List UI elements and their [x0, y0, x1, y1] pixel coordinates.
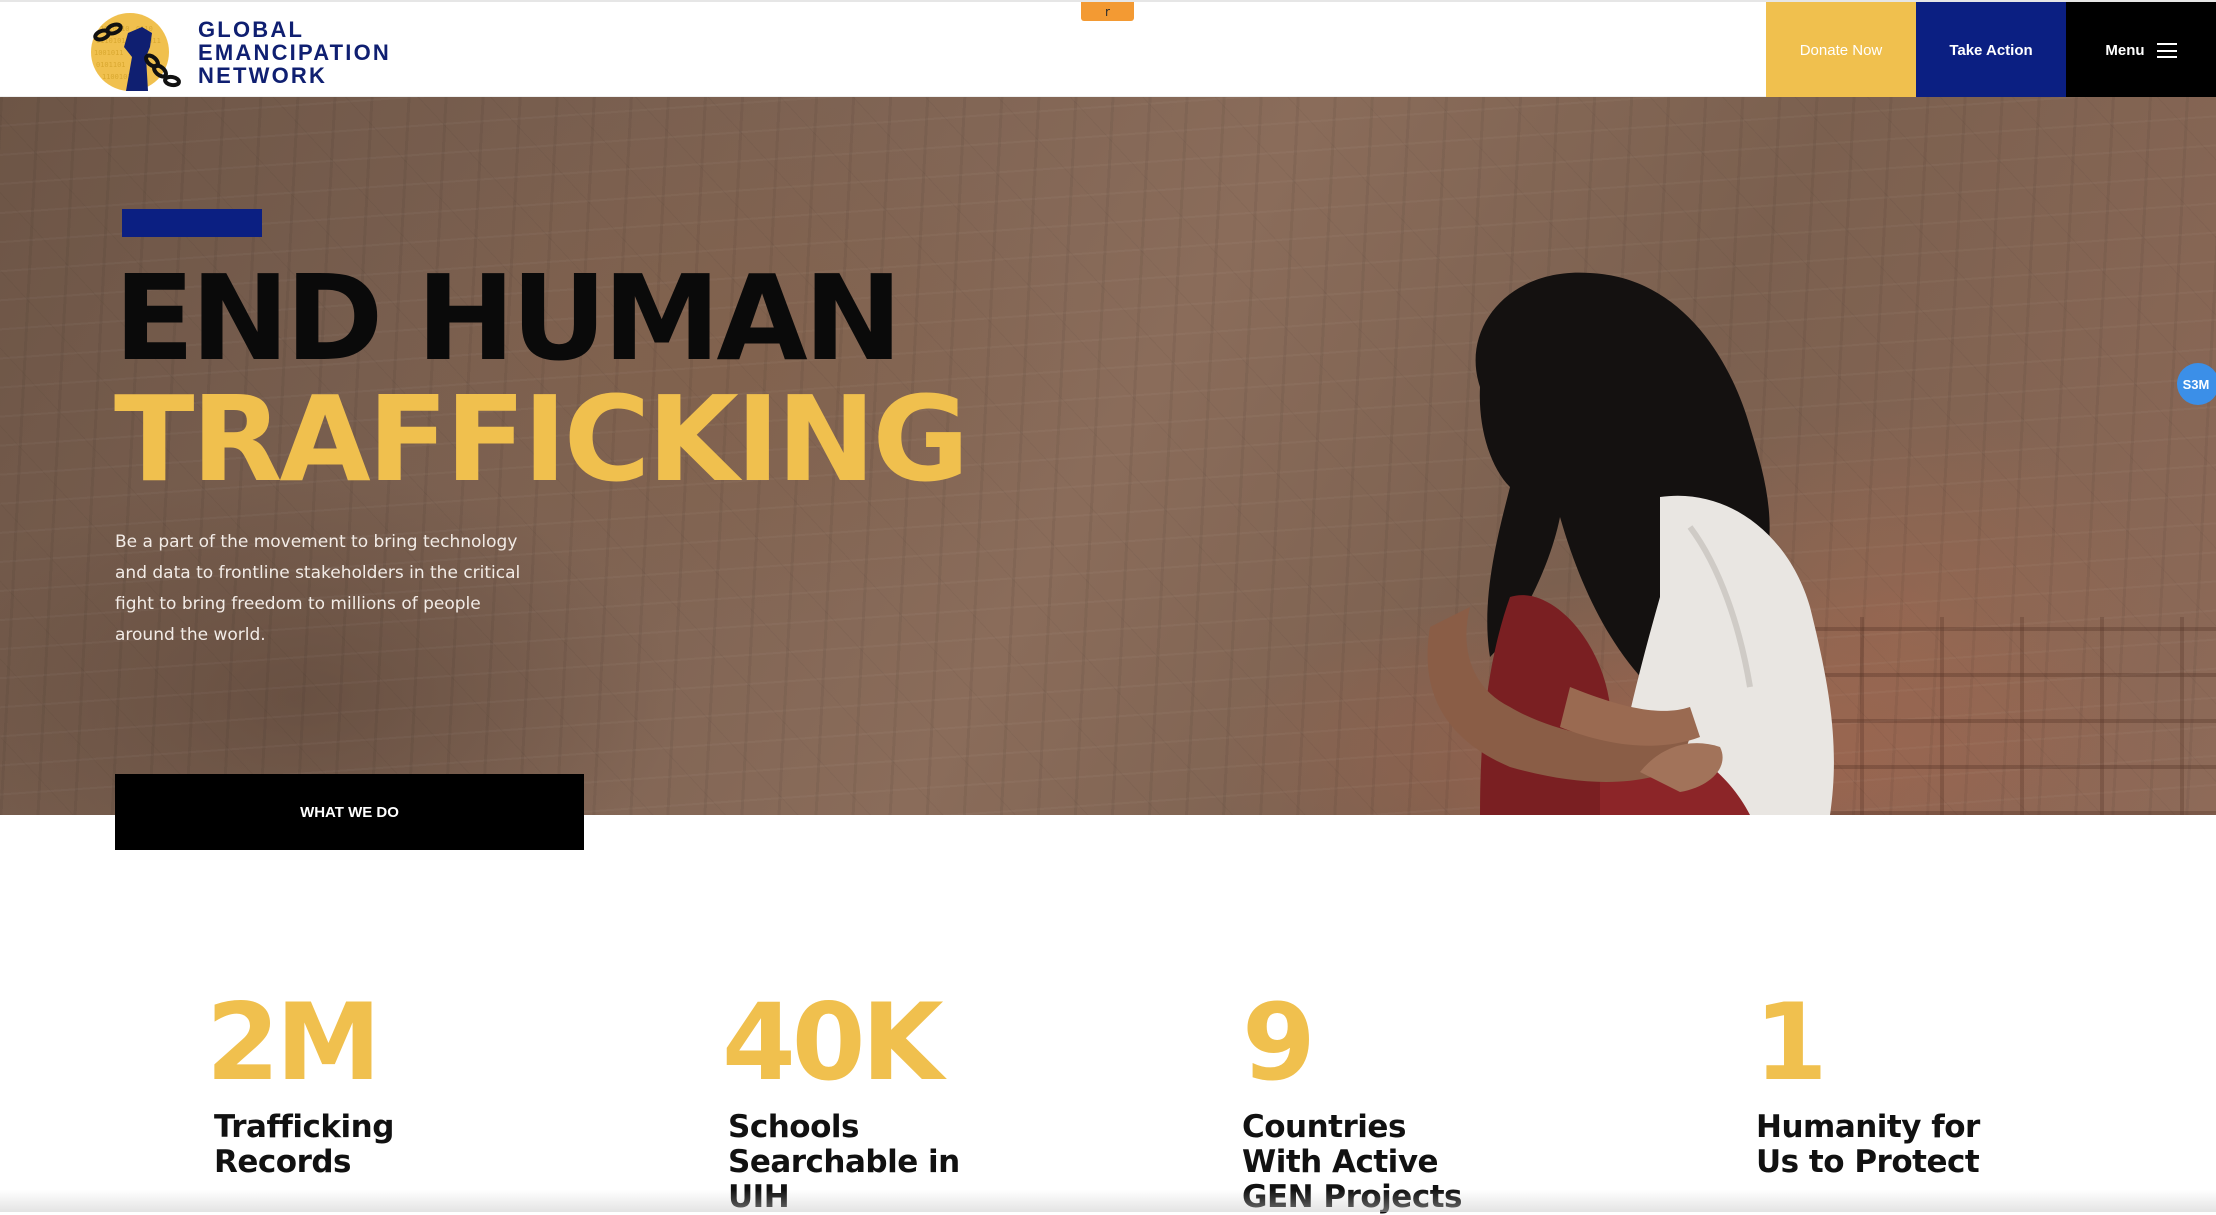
logo-line-1: GLOBAL	[198, 16, 305, 42]
svg-text:1001011: 1001011	[94, 49, 124, 57]
what-we-do-label: WHAT WE DO	[300, 803, 399, 821]
stat-value: 9	[1242, 981, 1316, 1104]
hero-description: Be a part of the movement to bring techn…	[115, 532, 521, 645]
menu-label: Menu	[2105, 42, 2145, 59]
bottom-scroll-fade	[0, 1190, 2216, 1212]
stat-humanity-protect: 1 Humanity for Us to Protect	[1754, 981, 1980, 1180]
top-pull-tab[interactable]: r	[1081, 2, 1134, 21]
what-we-do-button[interactable]: WHAT WE DO	[115, 774, 584, 850]
donate-now-button[interactable]: Donate Now	[1766, 2, 1916, 99]
hero-section: END HUMAN TRAFFICKING Be a part of the m…	[0, 97, 2216, 815]
svg-text:1100101: 1100101	[102, 73, 132, 81]
stat-label: Countries With Active GEN Projects	[1242, 1109, 1462, 1215]
hamburger-icon	[2156, 43, 2177, 58]
hero-person-image	[1427, 272, 1834, 815]
logo-line-3: NETWORK	[198, 62, 328, 88]
stat-label: Trafficking Records	[214, 1109, 394, 1180]
stat-schools-searchable: 40K Schools Searchable in UIH	[722, 981, 960, 1215]
side-floating-badge[interactable]: S3M	[2177, 363, 2216, 405]
stat-label: Humanity for Us to Protect	[1756, 1109, 1980, 1180]
svg-text:0101101: 0101101	[96, 61, 126, 69]
logo-wordmark: GLOBAL EMANCIPATION NETWORK	[198, 18, 391, 87]
donate-now-label: Donate Now	[1799, 42, 1883, 59]
stat-label: Schools Searchable in UIH	[728, 1109, 960, 1215]
take-action-button[interactable]: Take Action	[1916, 2, 2066, 99]
logo-emblem-icon: 1010110 0110101 1001011 0101101 1100101 …	[88, 11, 186, 93]
stat-value: 1	[1754, 981, 1828, 1104]
menu-button[interactable]: Menu	[2066, 2, 2216, 99]
stat-trafficking-records: 2M Trafficking Records	[206, 981, 394, 1180]
stat-value: 40K	[722, 981, 944, 1104]
hero-accent-bar	[122, 209, 262, 237]
logo-line-2: EMANCIPATION	[198, 39, 392, 65]
hero-title-line-1: END HUMAN	[114, 249, 902, 387]
site-logo[interactable]: 1010110 0110101 1001011 0101101 1100101 …	[88, 12, 391, 92]
take-action-label: Take Action	[1949, 42, 2033, 59]
stat-value: 2M	[206, 981, 381, 1104]
hero-title-line-2: TRAFFICKING	[114, 370, 969, 508]
site-header: 1010110 0110101 1001011 0101101 1100101 …	[0, 0, 2216, 99]
stat-countries-active: 9 Countries With Active GEN Projects	[1242, 981, 1462, 1215]
